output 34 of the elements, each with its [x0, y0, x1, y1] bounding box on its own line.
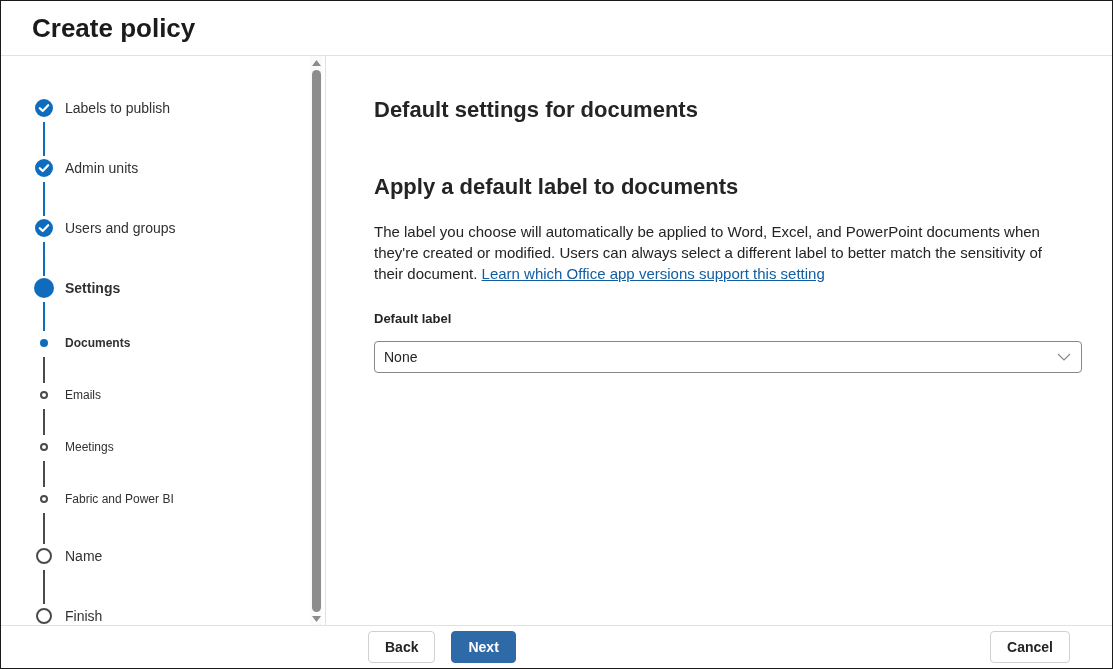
step-connector [43, 302, 45, 331]
scrollbar-thumb[interactable] [311, 70, 321, 612]
description-text: The label you choose will automatically be applied to Word, Excel, and PowerPoint documents when they're created or modified. Users can always select a different label to better match the sensitivity of their document. Learn which Office app versions support this setting [374, 222, 1043, 284]
step-connector [43, 357, 45, 383]
step-label: Fabric and Power BI [65, 491, 174, 508]
next-button[interactable]: Next [451, 631, 516, 663]
scrollbar[interactable] [310, 56, 322, 625]
step-label: Emails [65, 387, 101, 404]
step-label: Settings [65, 279, 121, 298]
step-connector [43, 122, 45, 156]
window-title: Create policy [32, 12, 196, 44]
caret-down-icon[interactable] [311, 616, 321, 622]
step-connector [43, 242, 45, 276]
step-connector [43, 513, 45, 544]
step-connector [43, 461, 45, 487]
step-label: Meetings [65, 439, 114, 456]
step-label: Documents [65, 335, 131, 352]
step-connector [43, 182, 45, 216]
caret-up-icon[interactable] [311, 60, 321, 66]
step-connector [43, 409, 45, 435]
step-label: Labels to publish [65, 99, 171, 118]
back-button[interactable]: Back [368, 631, 436, 663]
section-title: Apply a default label to documents [374, 173, 740, 201]
field-label: Default label [374, 310, 453, 328]
cancel-button[interactable]: Cancel [990, 631, 1070, 663]
default-label-dropdown[interactable]: None [374, 341, 1082, 373]
step-label: Finish [65, 607, 103, 625]
chevron-down-icon [1057, 353, 1071, 361]
help-link[interactable]: Learn which Office app versions support this setting [481, 265, 825, 282]
step-label: Name [65, 547, 103, 566]
step-label: Admin units [65, 159, 139, 178]
step-label: Users and groups [65, 219, 176, 238]
page-title: Default settings for documents [374, 96, 699, 124]
step-connector [43, 570, 45, 604]
